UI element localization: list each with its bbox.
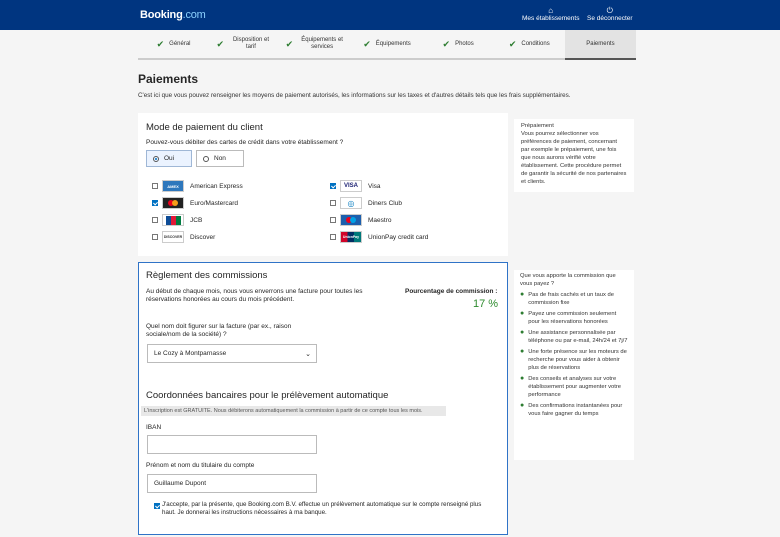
benefit-item: ● Pas de frais cachés et un taux de commi… [520, 291, 614, 306]
check-circle-icon: ● [520, 310, 525, 317]
home-icon: ⌂ [548, 6, 554, 15]
card-mastercard[interactable]: Euro/Mastercard [152, 196, 238, 210]
check-icon: ✔ [156, 38, 165, 49]
check-icon: ✔ [363, 38, 371, 49]
check-icon: ✔ [508, 38, 517, 49]
commission-desc: Au début de chaque mois, nous vous enver… [146, 288, 363, 303]
unionpay-icon: UnionPay [340, 231, 362, 243]
prepayment-note: Prépaiement Vous pourrez sélectionner vo… [514, 119, 634, 192]
visa-icon: VISA [340, 180, 362, 192]
payment-mode-card: Mode de paiement du client Pouvez-vous d… [138, 113, 508, 256]
check-circle-icon: ● [520, 348, 525, 355]
check-icon: ✔ [216, 38, 224, 49]
benefit-item: ● Une forte présence sur les moteurs de r… [520, 348, 627, 371]
bank-title: Coordonnées bancaires pour le prélèvemen… [146, 390, 389, 401]
invoice-name-question: Quel nom doit figurer sur la facture (pa… [146, 323, 292, 338]
checkbox[interactable] [330, 200, 336, 206]
benefit-item: ● Une assistance personnalisée par téléph… [520, 329, 628, 344]
checkbox[interactable] [330, 234, 336, 240]
checkbox[interactable] [152, 217, 158, 223]
check-icon: ✔ [442, 38, 451, 49]
card-discover[interactable]: DISCOVER Discover [152, 230, 215, 244]
tab-facilities-services[interactable]: ✔ Équipements et services [280, 30, 352, 60]
tab-photos[interactable]: ✔ Photos [422, 30, 494, 60]
holder-input[interactable]: Guillaume Dupont [147, 474, 317, 493]
tab-payments[interactable]: Paiements [564, 30, 636, 60]
booking-logo[interactable]: Booking.com [140, 9, 206, 21]
diners-icon: ◎ [340, 197, 362, 209]
benefit-item: ● Payez une commission seulement pour les… [520, 310, 617, 325]
tab-layout-price[interactable]: ✔ Disposition et tarif [209, 30, 281, 60]
iban-label: IBAN [146, 424, 162, 431]
bank-notice: L'inscription est GRATUITE. Nous débiter… [141, 406, 446, 416]
card-visa[interactable]: VISA Visa [330, 179, 381, 193]
page-title: Paiements [138, 72, 199, 86]
mastercard-icon [162, 197, 184, 209]
holder-label: Prénom et nom du titulaire du compte [146, 462, 255, 469]
card-amex[interactable]: AMEX American Express [152, 179, 243, 193]
discover-icon: DISCOVER [162, 231, 184, 243]
radio-dot [203, 155, 209, 162]
commission-pct-label: Pourcentage de commission : [405, 288, 498, 295]
checkbox[interactable] [330, 183, 336, 189]
radio-yes[interactable]: Oui [146, 150, 192, 167]
card-maestro[interactable]: Maestro [330, 213, 391, 227]
tab-policies[interactable]: ✔ Conditions [493, 30, 565, 60]
radio-dot [153, 155, 159, 162]
check-circle-icon: ● [520, 291, 525, 298]
benefit-item: ● Des confirmations instantanées pour vou… [520, 402, 623, 417]
prepayment-note-title: Prépaiement [521, 123, 554, 129]
commission-card: Règlement des commissions Au début de ch… [138, 262, 508, 535]
invoice-name-select[interactable]: Le Cozy à Montparnasse ⌄ [147, 344, 317, 363]
nav-my-properties[interactable]: ⌂ Mes établissements [522, 6, 579, 22]
jcb-icon [162, 214, 184, 226]
maestro-icon [340, 214, 362, 226]
benefits-panel: Que vous apporte la commission que vous … [514, 270, 634, 460]
tab-amenities[interactable]: ✔ Équipements [351, 30, 423, 60]
check-circle-icon: ● [520, 402, 525, 409]
check-circle-icon: ● [520, 375, 525, 382]
consent-checkbox[interactable] [154, 503, 160, 509]
card-unionpay[interactable]: UnionPay UnionPay credit card [330, 230, 428, 244]
checkbox[interactable] [152, 200, 158, 206]
checkbox[interactable] [152, 234, 158, 240]
card-diners[interactable]: ◎ Diners Club [330, 196, 402, 210]
step-tabs: ✔ Général ✔ Disposition et tarif ✔ Équipeme… [138, 30, 636, 60]
check-circle-icon: ● [520, 329, 525, 336]
benefits-title: Que vous apporte la commission que vous … [520, 273, 616, 287]
card-jcb[interactable]: JCB [152, 213, 202, 227]
commission-title: Règlement des commissions [146, 270, 268, 281]
commission-pct-value: 17 % [473, 298, 499, 310]
prepayment-note-text: Vous pourrez sélectionner vos préférence… [521, 131, 627, 185]
power-icon: ⏻ [606, 6, 613, 15]
iban-input[interactable] [147, 435, 317, 454]
nav-logout[interactable]: ⏻ Se déconnecter [587, 6, 633, 22]
check-icon: ✔ [285, 38, 294, 49]
top-bar: Booking.com ⌂ Mes établissements ⏻ Se dé… [0, 0, 780, 30]
credit-card-question: Pouvez-vous débiter des cartes de crédit… [146, 139, 344, 146]
chevron-down-icon: ⌄ [305, 350, 311, 358]
page-intro: C'est ici que vous pouvez renseigner les… [138, 92, 571, 99]
consent-text: J'accepte, par la présente, que Booking.… [162, 501, 482, 516]
tab-general[interactable]: ✔ Général [138, 30, 210, 60]
amex-icon: AMEX [162, 180, 184, 192]
checkbox[interactable] [330, 217, 336, 223]
payment-mode-title: Mode de paiement du client [146, 122, 263, 133]
radio-no[interactable]: Non [196, 150, 244, 167]
checkbox[interactable] [152, 183, 158, 189]
benefit-item: ● Des conseils et analyses sur votre étab… [520, 375, 622, 398]
